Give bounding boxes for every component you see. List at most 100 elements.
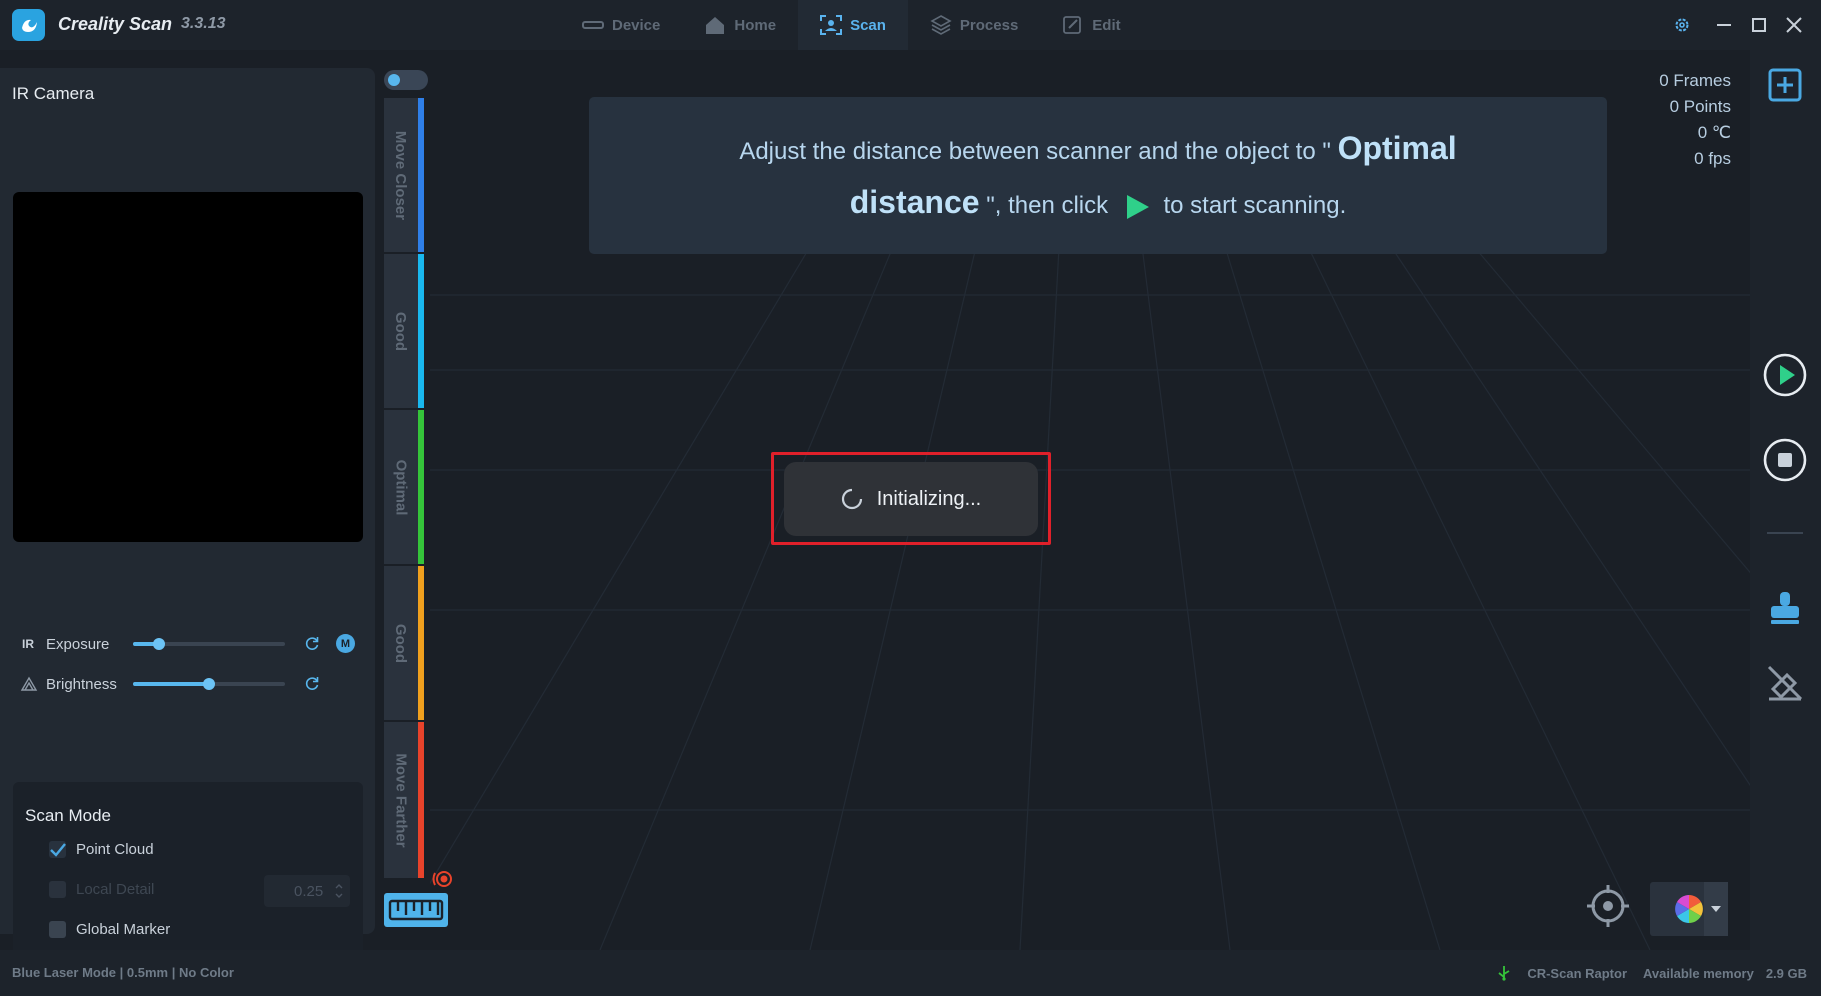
brightness-slider-knob[interactable] — [203, 678, 215, 690]
banner-text-3: to start scanning. — [1163, 192, 1347, 219]
home-icon — [706, 17, 725, 34]
tab-process[interactable]: Process — [908, 0, 1040, 50]
banner-emphasis-optimal: Optimal — [1337, 130, 1457, 166]
checkmark-icon — [50, 843, 66, 857]
local-detail-option: Local Detail — [49, 881, 154, 898]
segment-label: Good — [392, 311, 410, 351]
loading-spinner-icon — [841, 488, 862, 510]
exposure-mode-badge-label: M — [340, 637, 351, 650]
local-detail-label: Local Detail — [76, 881, 155, 898]
ruler-button[interactable] — [384, 893, 448, 927]
segment-label: Move Closer — [392, 130, 410, 220]
brightness-icon — [20, 676, 38, 691]
distance-bar-toggle[interactable] — [384, 70, 428, 90]
device-name: CR-Scan Raptor — [1527, 965, 1628, 981]
ruler-icon — [388, 899, 444, 921]
color-mode-dropdown[interactable] — [1650, 882, 1728, 936]
banner-emphasis-distance: distance — [849, 184, 980, 220]
ir-camera-title: IR Camera — [12, 84, 95, 103]
distance-segment-optimal: Optimal — [384, 410, 424, 564]
distance-segment-move-farther: Move Farther — [384, 722, 424, 878]
scan-stats: 0 Frames 0 Points 0 ℃ 0 fps — [1659, 68, 1731, 172]
main-tabs: Device Home Scan Process Edit — [560, 0, 1143, 50]
distance-indicator: Move Closer Good Optimal Good Move Farth… — [384, 98, 424, 880]
exposure-slider-knob[interactable] — [153, 638, 165, 650]
tab-device-label: Device — [612, 16, 661, 34]
scan-mode-panel: Scan Mode Point Cloud Local Detail 0.25 … — [13, 782, 363, 964]
dropdown-arrow-area[interactable] — [1704, 882, 1728, 936]
local-detail-spinbox: 0.25 — [264, 875, 350, 907]
global-marker-option[interactable]: Global Marker — [49, 921, 170, 938]
chevron-down-icon — [1711, 906, 1721, 912]
distance-segment-good-near: Good — [384, 254, 424, 408]
exposure-reset-icon[interactable] — [304, 635, 320, 651]
target-marker-icon — [432, 871, 452, 887]
memory-value: 2.9 GB — [1765, 965, 1807, 981]
brightness-reset-icon[interactable] — [304, 675, 320, 691]
app-name: Creality Scan — [58, 14, 173, 34]
distance-segment-good-far: Good — [384, 566, 424, 720]
start-scan-button[interactable] — [1760, 350, 1810, 400]
maximize-icon — [1752, 18, 1766, 32]
tab-home-label: Home — [734, 16, 777, 34]
clear-data-button[interactable] — [1760, 658, 1810, 708]
scan-mode-title: Scan Mode — [25, 806, 111, 825]
fps-readout: 0 fps — [1694, 149, 1731, 168]
new-project-button[interactable] — [1760, 65, 1810, 105]
stop-circle-icon — [1763, 438, 1807, 482]
play-icon — [1126, 194, 1149, 219]
point-cloud-label: Point Cloud — [76, 841, 154, 858]
ir-camera-panel: IR Camera IR Exposure M Brightness Scan … — [0, 68, 375, 964]
segment-label: Good — [392, 623, 410, 663]
local-detail-checkbox — [49, 881, 66, 898]
turntable-button[interactable] — [1760, 583, 1810, 633]
ir-camera-view — [13, 192, 363, 542]
instruction-banner: Adjust the distance between scanner and … — [589, 97, 1607, 254]
minimize-button[interactable] — [1707, 0, 1741, 50]
toolbar-divider — [1767, 532, 1803, 534]
banner-text-2: ", then click — [986, 192, 1109, 219]
temperature-readout: 0 ℃ — [1697, 123, 1731, 142]
spin-arrows-icon — [335, 884, 343, 898]
frames-count: 0 Frames — [1659, 71, 1731, 90]
point-cloud-option[interactable]: Point Cloud — [49, 841, 154, 858]
title-bar: Creality Scan 3.3.13 Device Home Scan Pr… — [0, 0, 1821, 50]
edit-icon — [1063, 16, 1082, 34]
point-cloud-checkbox[interactable] — [49, 841, 66, 858]
tab-process-label: Process — [959, 16, 1019, 34]
status-bar: Blue Laser Mode | 0.5mm | No Color CR-Sc… — [0, 950, 1821, 996]
exposure-slider[interactable] — [133, 638, 285, 650]
exposure-label: Exposure — [46, 635, 110, 653]
tab-edit[interactable]: Edit — [1040, 0, 1142, 50]
color-setting: No Color — [179, 965, 234, 980]
local-detail-value: 0.25 — [294, 883, 324, 900]
app-logo-icon — [12, 9, 45, 41]
tab-home[interactable]: Home — [682, 0, 798, 50]
tab-scan[interactable]: Scan — [798, 0, 908, 50]
laser-mode: Blue Laser Mode — [12, 965, 117, 980]
erase-disabled-icon — [1767, 665, 1803, 701]
separator: | — [171, 965, 176, 980]
initializing-label: Initializing... — [876, 487, 982, 510]
separator: | — [119, 965, 124, 980]
close-button[interactable] — [1777, 0, 1811, 50]
maximize-button[interactable] — [1742, 0, 1776, 50]
segment-label: Optimal — [392, 459, 410, 515]
usb-connected-icon — [1498, 966, 1510, 981]
recenter-view-button[interactable] — [1584, 882, 1632, 930]
global-marker-checkbox[interactable] — [49, 921, 66, 938]
settings-button[interactable] — [1665, 0, 1699, 50]
play-circle-icon — [1763, 353, 1807, 397]
points-count: 0 Points — [1669, 97, 1731, 116]
tab-device[interactable]: Device — [560, 0, 682, 50]
exposure-mode-badge[interactable]: M — [336, 634, 355, 653]
stop-scan-button[interactable] — [1760, 435, 1810, 485]
brightness-slider[interactable] — [133, 678, 285, 690]
right-toolbar — [1750, 50, 1821, 950]
crosshair-icon — [1587, 885, 1629, 927]
device-icon — [582, 21, 604, 29]
distance-segment-move-closer: Move Closer — [384, 98, 424, 252]
segment-label: Move Farther — [392, 752, 410, 848]
add-icon — [1768, 68, 1802, 102]
color-wheel-icon — [1675, 895, 1703, 923]
